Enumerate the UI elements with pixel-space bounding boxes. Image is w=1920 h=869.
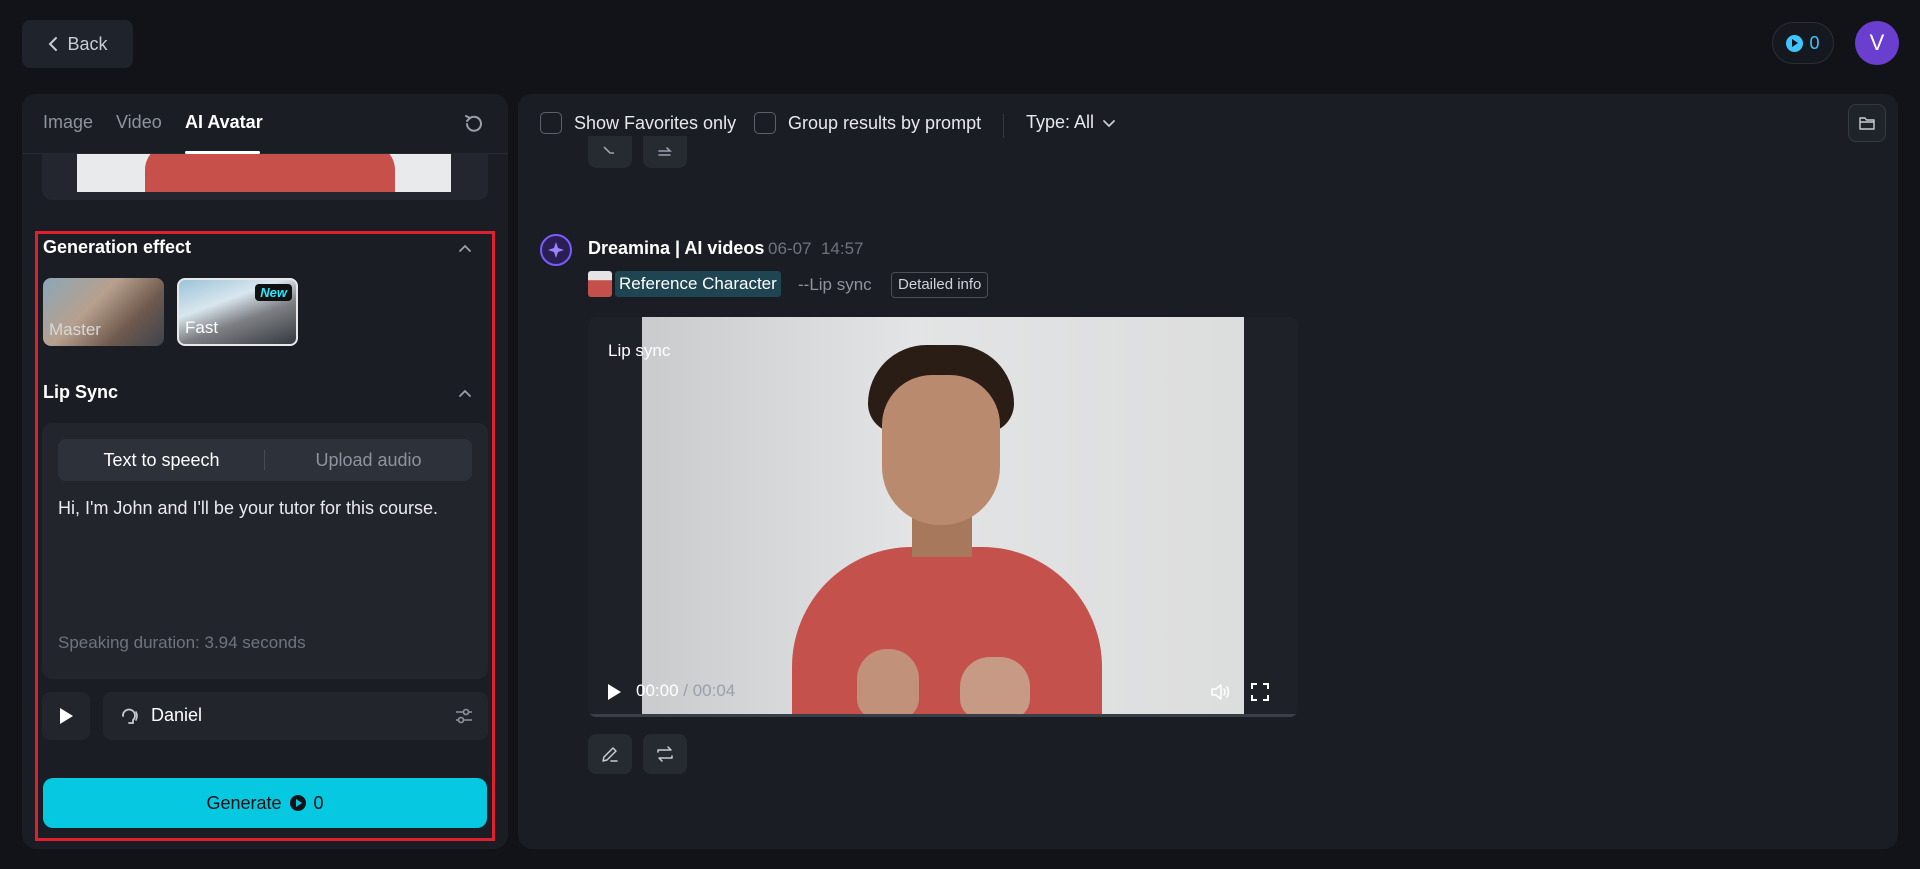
credits-count: 0	[1809, 32, 1820, 53]
regenerate-icon	[658, 147, 672, 156]
dreamina-logo-icon	[540, 234, 572, 266]
video-current-time: 00:00	[636, 681, 679, 700]
chevron-up-icon[interactable]	[457, 385, 473, 401]
effect-option-master[interactable]: Master	[43, 278, 164, 346]
tab-text-to-speech[interactable]: Text to speech	[58, 439, 265, 481]
credit-coin-icon	[1786, 34, 1804, 52]
video-player[interactable]: Lip sync 00:00 / 00:04	[588, 317, 1298, 717]
favorites-filter[interactable]: Show Favorites only	[540, 112, 736, 134]
video-time: 00:00 / 00:04	[636, 681, 735, 701]
voice-selector[interactable]: Daniel	[103, 692, 488, 740]
effect-label: Fast	[185, 318, 219, 337]
video-frame	[642, 317, 1244, 717]
back-button[interactable]: Back	[22, 20, 133, 68]
effect-label: Master	[49, 320, 101, 339]
video-time-separator: /	[678, 681, 693, 700]
group-checkbox[interactable]	[754, 112, 776, 134]
type-dropdown[interactable]: Type: All	[1026, 112, 1116, 133]
play-icon	[60, 708, 73, 724]
speaking-duration: Speaking duration: 3.94 seconds	[58, 633, 306, 652]
voice-preview-button[interactable]	[42, 692, 90, 740]
group-by-prompt-filter[interactable]: Group results by prompt	[754, 112, 981, 134]
voice-icon	[122, 708, 138, 724]
generation-effect-title: Generation effect	[43, 237, 192, 257]
generate-cost: 0	[313, 792, 324, 813]
lip-sync-box: Text to speech Upload audio Hi, I'm John…	[42, 423, 488, 679]
tab-ai-avatar[interactable]: AI Avatar	[185, 112, 263, 133]
tab-upload-audio[interactable]: Upload audio	[265, 439, 472, 481]
sliders-icon[interactable]	[454, 706, 474, 726]
favorites-checkbox[interactable]	[540, 112, 562, 134]
tab-image[interactable]: Image	[43, 112, 93, 133]
reference-image	[77, 154, 451, 192]
results-panel: Show Favorites only Group results by pro…	[518, 94, 1898, 849]
reference-character-chip[interactable]: Reference Character	[615, 271, 781, 297]
detailed-info-button[interactable]: Detailed info	[891, 272, 989, 298]
favorites-label: Show Favorites only	[574, 112, 737, 133]
message-time: 14:57	[820, 239, 864, 258]
speech-text-input[interactable]: Hi, I'm John and I'll be your tutor for …	[58, 495, 472, 615]
regenerate-button[interactable]	[643, 136, 687, 168]
avatar-letter: V	[1869, 30, 1885, 55]
edit-icon	[603, 146, 614, 154]
reference-image-card[interactable]	[42, 154, 488, 200]
edit-icon	[602, 747, 618, 762]
back-label: Back	[67, 33, 108, 54]
generate-button[interactable]: Generate 0	[43, 778, 487, 828]
lip-sync-mode-switch: Text to speech Upload audio	[58, 439, 472, 481]
left-panel: Image Video AI Avatar Generation effect …	[22, 94, 508, 849]
folder-button[interactable]	[1848, 104, 1886, 142]
chevron-left-icon	[49, 37, 58, 51]
tab-video[interactable]: Video	[116, 112, 162, 133]
voice-name: Daniel	[151, 705, 203, 725]
lip-sync-title: Lip Sync	[43, 382, 119, 402]
generate-label: Generate	[206, 792, 282, 813]
group-label: Group results by prompt	[788, 112, 982, 133]
video-duration: 00:04	[692, 681, 736, 700]
edit-button[interactable]	[588, 136, 632, 168]
fullscreen-icon[interactable]	[1250, 682, 1270, 702]
regenerate-icon	[657, 746, 673, 762]
chevron-down-icon	[1103, 119, 1115, 127]
mode-tabs: Image Video AI Avatar	[22, 94, 508, 154]
regenerate-button[interactable]	[643, 734, 687, 774]
video-controls: 00:00 / 00:04	[588, 667, 1298, 717]
chevron-up-icon[interactable]	[457, 240, 473, 256]
video-label: Lip sync	[608, 341, 671, 360]
credits-badge[interactable]: 0	[1772, 22, 1834, 64]
effect-option-fast[interactable]: New Fast	[177, 278, 298, 346]
mode-tag: --Lip sync	[798, 275, 872, 294]
reference-thumbnail[interactable]	[588, 271, 612, 297]
edit-button[interactable]	[588, 734, 632, 774]
volume-icon[interactable]	[1210, 682, 1232, 702]
new-badge: New	[255, 284, 292, 301]
message-date: 06-07	[768, 239, 812, 258]
credit-coin-icon	[289, 795, 306, 811]
message-author: Dreamina | AI videos	[588, 238, 765, 258]
play-icon[interactable]	[606, 683, 622, 701]
reset-icon[interactable]	[462, 112, 486, 136]
message-timestamp: 06-07 14:57	[768, 239, 863, 259]
user-avatar[interactable]: V	[1855, 21, 1899, 65]
folder-icon	[1859, 117, 1875, 130]
type-label: Type: All	[1026, 112, 1095, 132]
video-progress-bar[interactable]	[588, 714, 1298, 717]
